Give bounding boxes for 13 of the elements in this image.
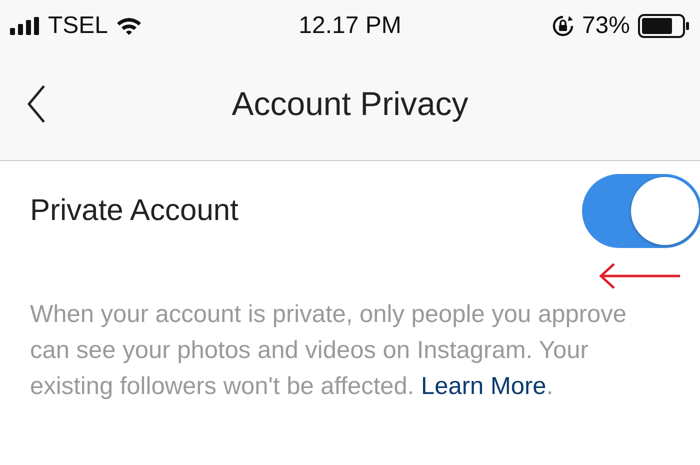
description-text: When your account is private, only people you approve can see your photos and videos on Instagram. Your existing followers won't be affected. Learn More. <box>29 300 628 402</box>
back-icon[interactable] <box>26 84 46 124</box>
wifi-icon <box>116 16 142 36</box>
toggle-switch[interactable] <box>582 174 700 248</box>
setting-label: Private Account <box>30 194 238 228</box>
signal-icon <box>10 17 40 35</box>
learn-more-link[interactable]: Learn More <box>421 373 546 400</box>
status-time: 12.17 PM <box>298 12 402 40</box>
battery-percent: 73% <box>582 12 630 40</box>
rotation-lock-icon <box>552 15 574 37</box>
carrier-name: TSEL <box>48 12 108 40</box>
page-title: Account Privacy <box>232 85 468 123</box>
battery-icon <box>638 14 690 38</box>
